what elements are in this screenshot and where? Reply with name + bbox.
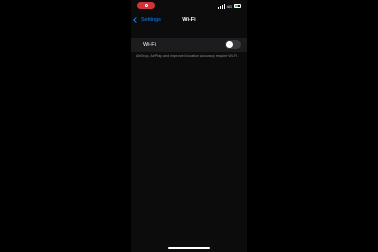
battery-level — [235, 5, 238, 7]
status-icons: 4G — [217, 3, 241, 9]
battery-icon — [234, 4, 241, 8]
wifi-toggle[interactable] — [225, 40, 241, 49]
navigation-bar: Settings Wi-Fi — [131, 14, 247, 26]
page-title: Wi-Fi — [182, 17, 196, 23]
network-type: 4G — [226, 3, 232, 9]
wifi-label: Wi-Fi — [143, 42, 156, 48]
wifi-footnote: AirDrop, AirPlay and improved location a… — [136, 54, 239, 58]
cellular-signal-icon — [217, 3, 225, 9]
home-indicator[interactable] — [168, 247, 210, 249]
status-bar: 4G — [131, 0, 247, 12]
toggle-knob — [226, 41, 233, 48]
phone-screen: 4G Settings Wi-Fi Wi-Fi AirDrop, AirPlay… — [131, 0, 247, 252]
screen-recording-indicator[interactable] — [137, 2, 155, 9]
wifi-row: Wi-Fi — [131, 38, 247, 52]
record-icon — [144, 4, 148, 7]
